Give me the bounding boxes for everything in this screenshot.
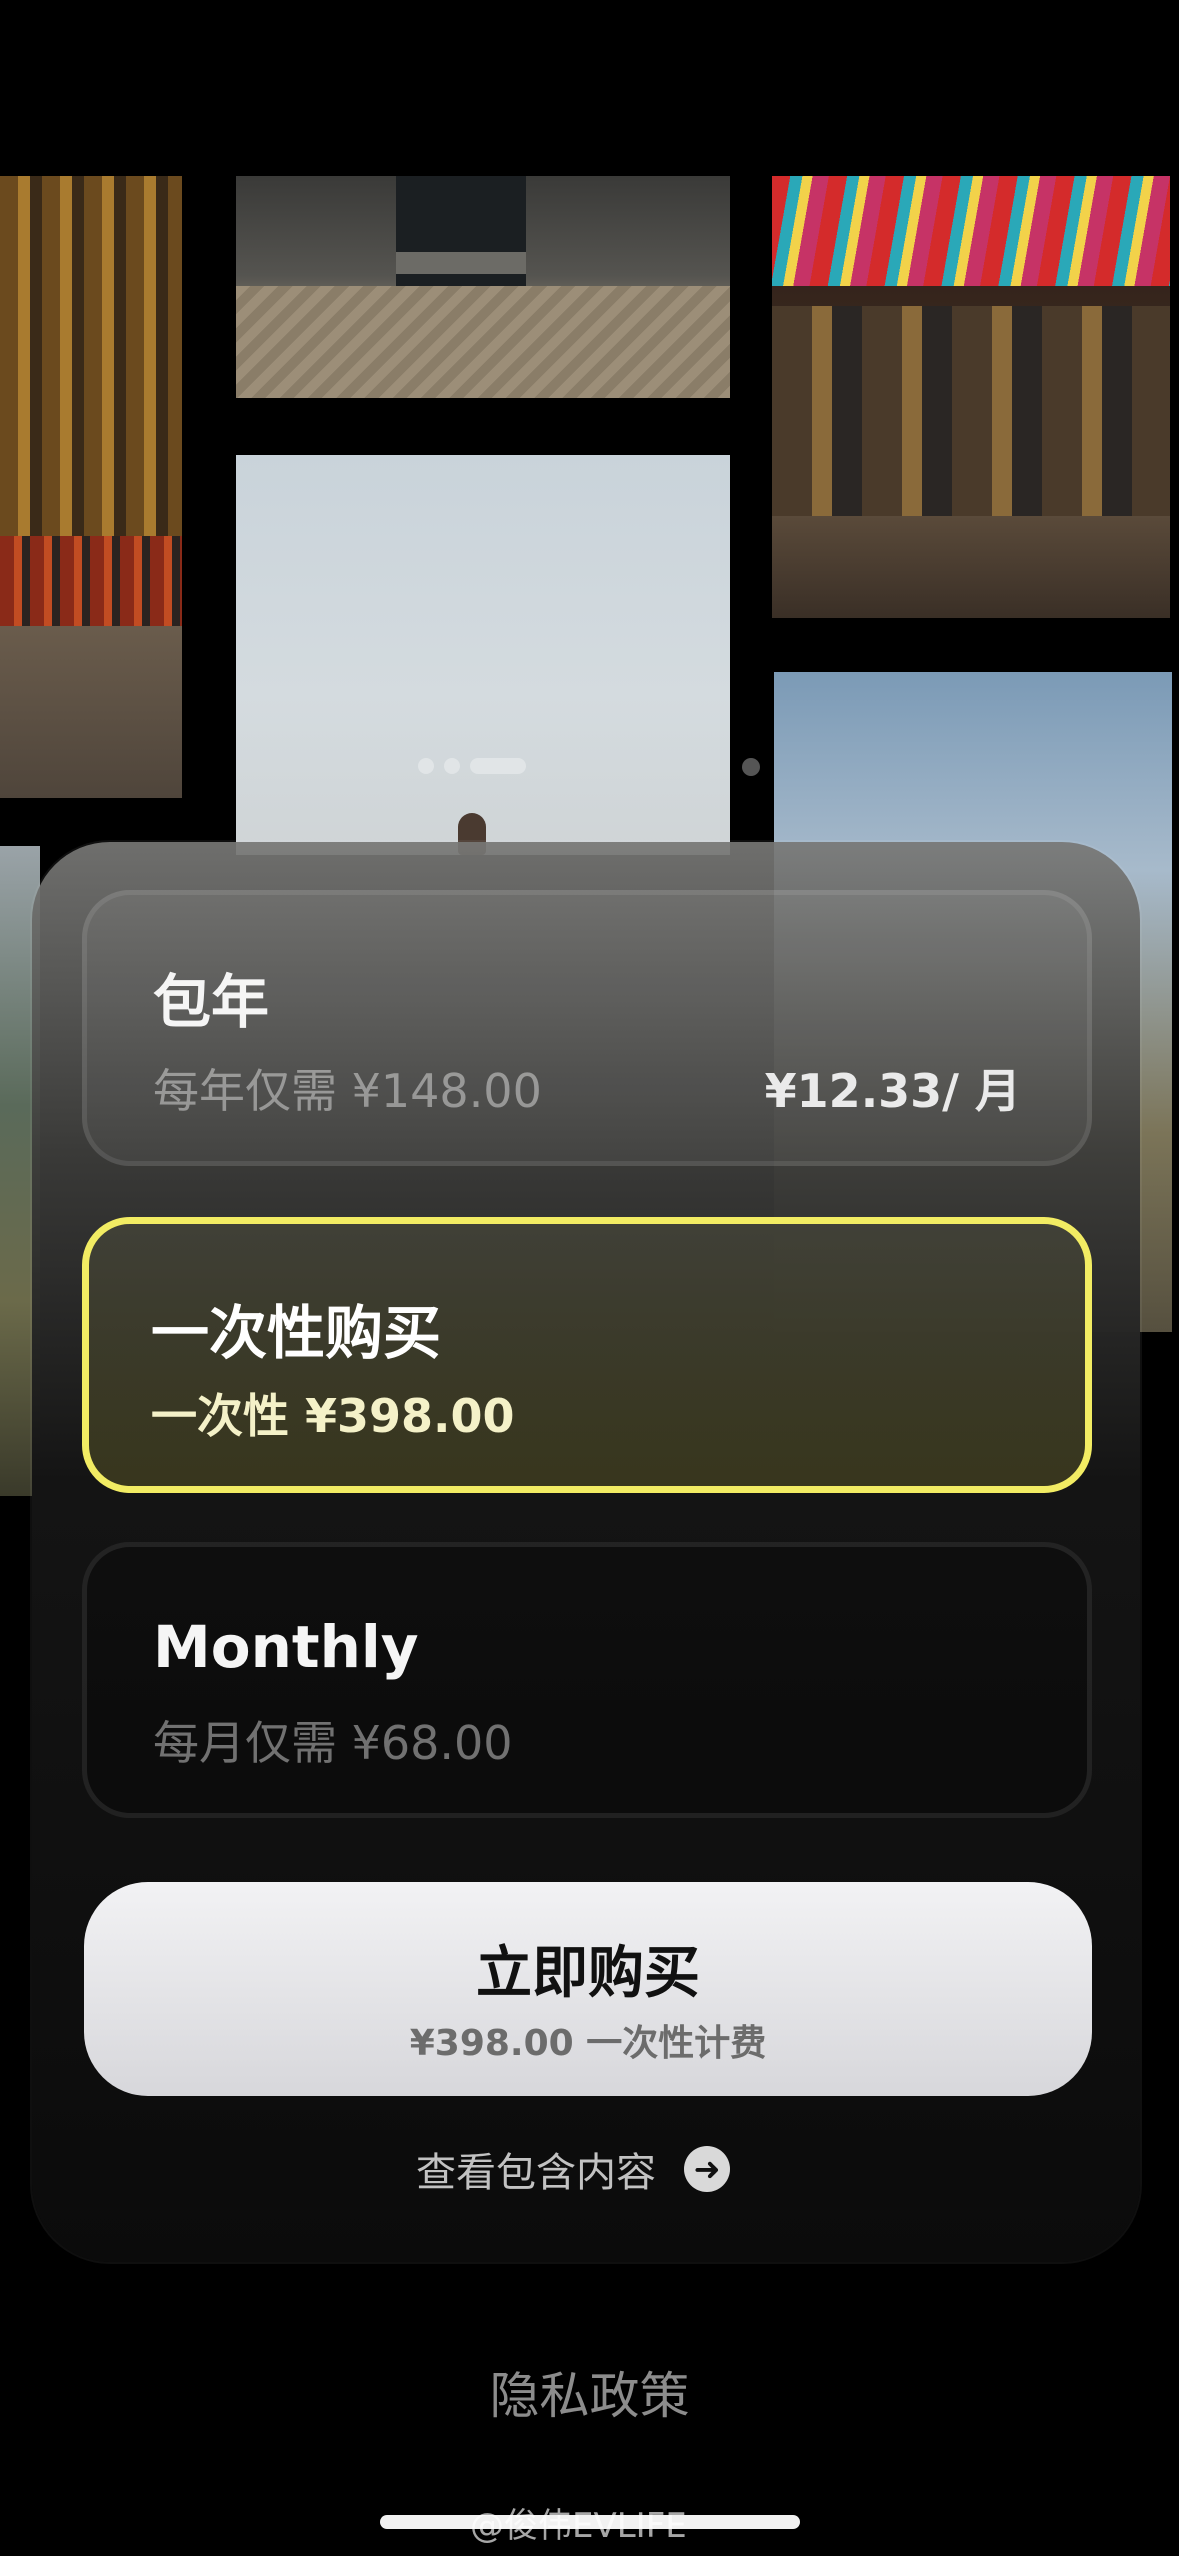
page-indicator	[418, 758, 526, 774]
photo-detail-pavement	[236, 286, 730, 398]
plan-price-description: 每月仅需 ¥68.00	[153, 1716, 513, 1770]
photo-detail-street	[772, 516, 1170, 618]
photo-detail-monks	[0, 536, 182, 626]
plan-option-onetime[interactable]: 一次性购买 一次性 ¥398.00	[82, 1217, 1092, 1493]
plan-option-monthly[interactable]: Monthly 每月仅需 ¥68.00	[82, 1542, 1092, 1818]
photo-detail-awning	[772, 176, 1170, 286]
photo-detail-step	[396, 252, 526, 274]
background-photo-coffee-doorway	[236, 176, 730, 398]
buy-button-sublabel: ¥398.00 一次性计费	[409, 2023, 767, 2064]
plan-price-description: 一次性 ¥398.00	[151, 1389, 515, 1443]
arrow-right-circle-icon: ➜	[684, 2146, 730, 2192]
plan-title: 一次性购买	[151, 1299, 442, 1367]
see-included-label: 查看包含内容	[416, 2150, 656, 2196]
photo-detail-ground	[0, 626, 182, 798]
background-photo-sky	[236, 455, 730, 855]
buy-now-button[interactable]: 立即购买 ¥398.00 一次性计费	[84, 1882, 1092, 2096]
see-included-link[interactable]: 查看包含内容 ➜	[416, 2140, 730, 2198]
plan-title: Monthly	[153, 1613, 419, 1681]
photo-detail-shopfront	[772, 306, 1170, 516]
page-dot	[742, 758, 760, 776]
plan-option-yearly[interactable]: 包年 每年仅需 ¥148.00 ¥12.33/ 月	[82, 890, 1092, 1166]
watermark: @俊伟EVLIFE	[470, 2506, 687, 2546]
buy-button-label: 立即购买	[476, 1941, 700, 2006]
background-photo-neon-street	[772, 176, 1170, 618]
plan-title: 包年	[153, 968, 270, 1036]
privacy-policy-link[interactable]: 隐私政策	[0, 2356, 1179, 2428]
page-dot	[418, 758, 434, 774]
page-dot	[444, 758, 460, 774]
plan-price-description: 每年仅需 ¥148.00	[153, 1064, 542, 1118]
background-photo-temple	[0, 176, 182, 798]
plan-monthly-equivalent: ¥12.33/ 月	[764, 1064, 1021, 1118]
purchase-sheet: 包年 每年仅需 ¥148.00 ¥12.33/ 月 一次性购买 一次性 ¥398…	[32, 842, 1140, 2262]
page-dot-active	[470, 758, 526, 774]
